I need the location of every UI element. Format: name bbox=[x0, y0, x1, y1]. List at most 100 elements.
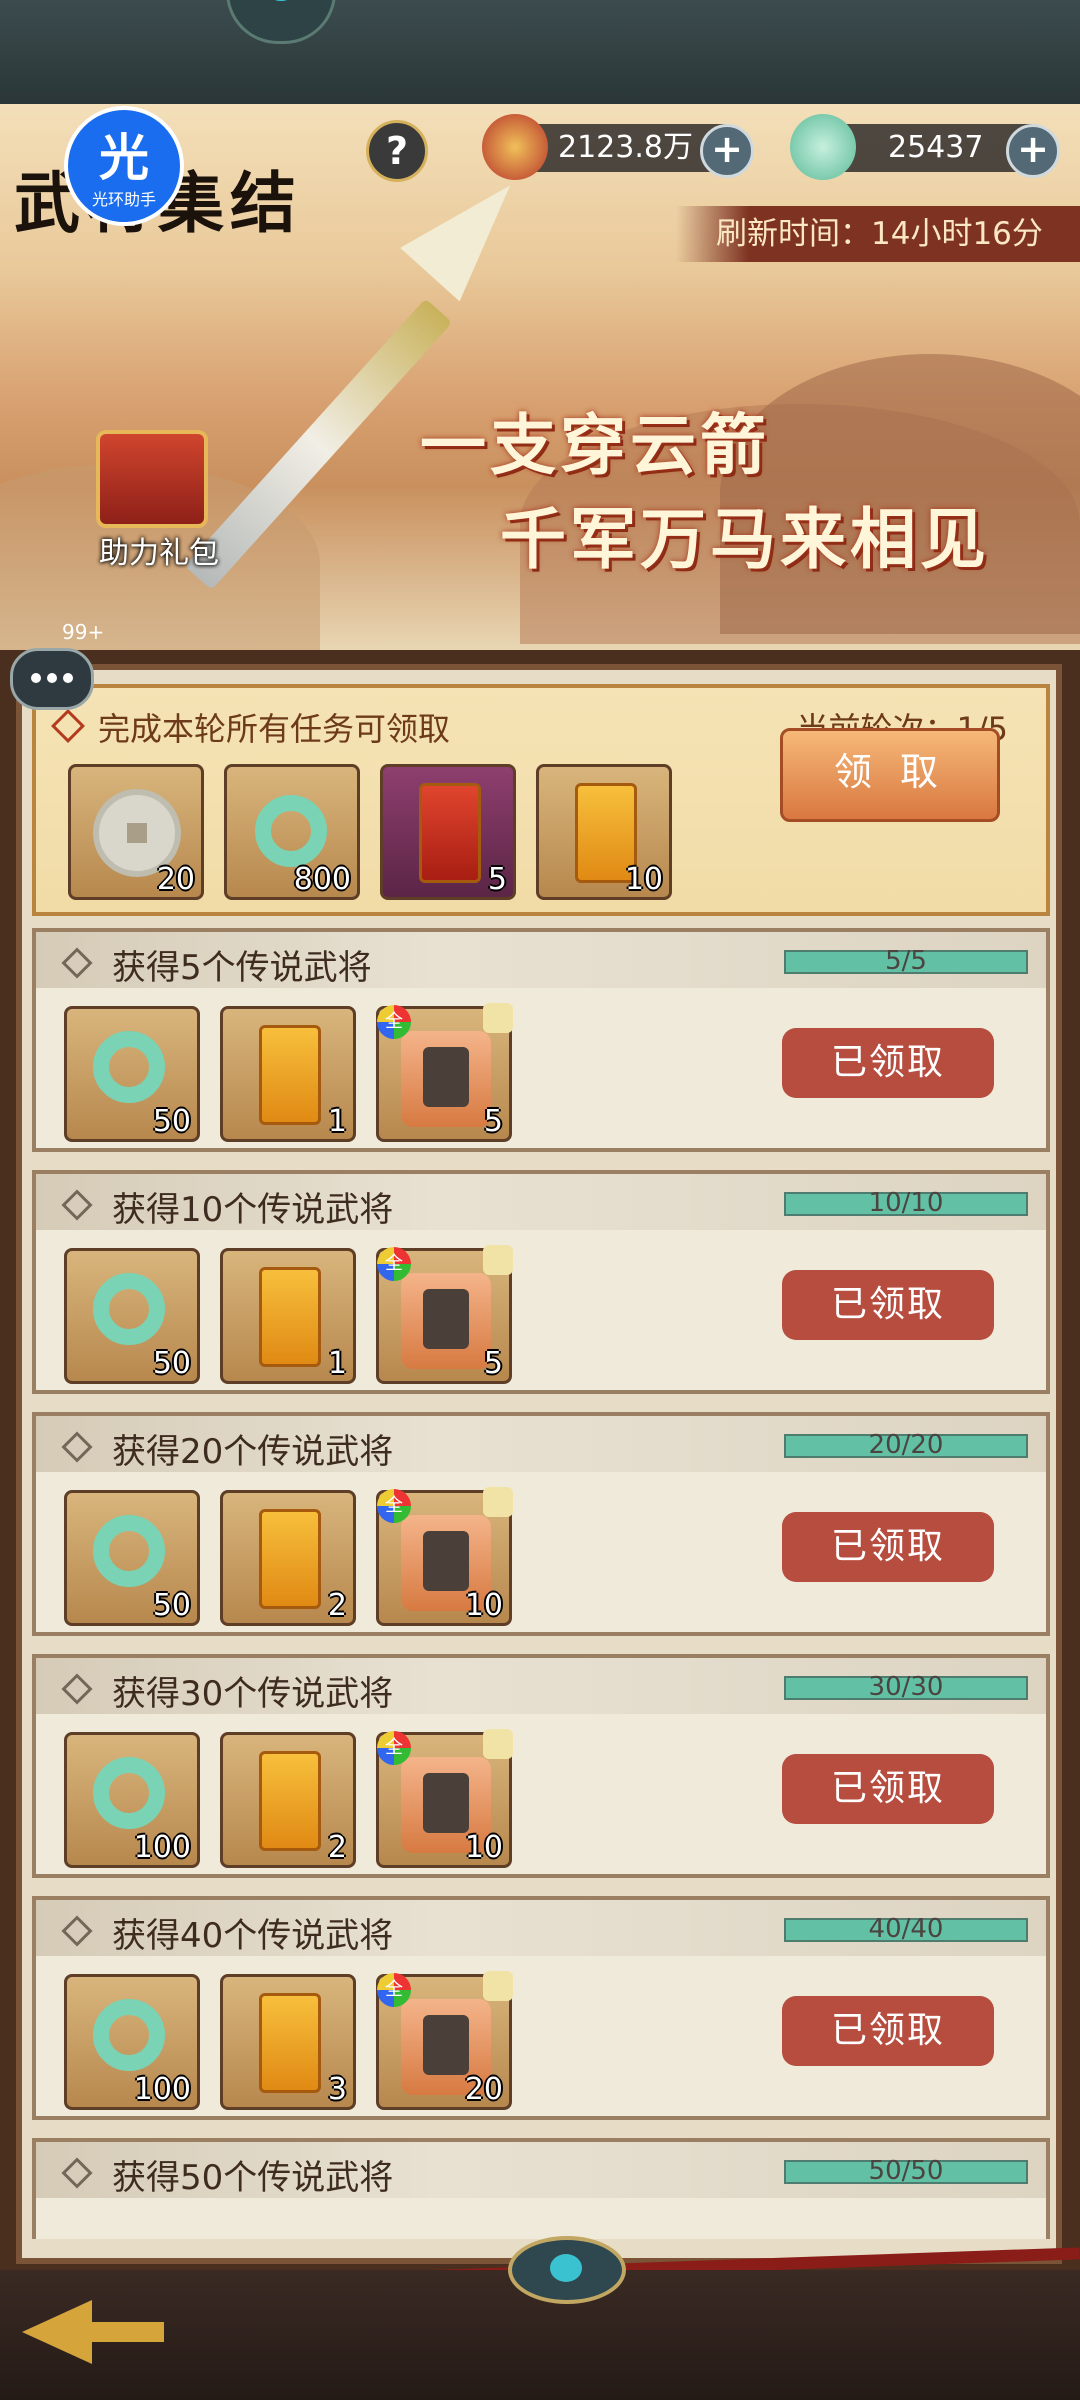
task-row: 获得10个传说武将 10/10 50 1 全5 已领取 bbox=[32, 1170, 1050, 1394]
reward-count: 800 bbox=[293, 862, 351, 897]
reward-slot[interactable]: 1 bbox=[220, 1248, 356, 1384]
jade-dragon-icon bbox=[93, 1273, 165, 1345]
assistant-logo[interactable]: 光 光环助手 bbox=[64, 106, 184, 226]
all-badge-icon: 全 bbox=[377, 1247, 411, 1281]
reward-slot[interactable]: 50 bbox=[64, 1490, 200, 1626]
coin-purse-icon bbox=[482, 114, 548, 180]
reward-slot[interactable]: 20 bbox=[68, 764, 204, 900]
progress-text: 30/30 bbox=[868, 1672, 944, 1702]
task-row: 获得30个传说武将 30/30 100 2 全 10 已领取 bbox=[32, 1654, 1050, 1878]
reward-count: 20 bbox=[156, 862, 195, 897]
puzzle-piece-icon bbox=[483, 1971, 513, 2001]
reward-slot[interactable]: 全 10 bbox=[376, 1487, 513, 1626]
reward-count: 20 bbox=[464, 2072, 503, 2107]
claimed-button[interactable]: 已领取 bbox=[782, 1270, 994, 1340]
progress-text: 40/40 bbox=[868, 1914, 944, 1944]
add-jade-button[interactable]: + bbox=[1006, 124, 1060, 178]
reward-slot[interactable]: 全 20 bbox=[376, 1971, 513, 2110]
task-row: 获得5个传说武将 5/5 50 1 全5 已领取 bbox=[32, 928, 1050, 1152]
top-strip bbox=[0, 0, 1080, 104]
all-badge-icon: 全 bbox=[377, 1973, 411, 2007]
coin-balance: 2123.8万 + bbox=[482, 114, 754, 180]
task-list[interactable]: 完成本轮所有任务可领取 当前轮次：1/5 20 800 5 10 领 取 获得5… bbox=[28, 684, 1050, 2239]
claimed-button[interactable]: 已领取 bbox=[782, 1996, 994, 2066]
general-fragment-icon bbox=[401, 1031, 491, 1127]
task-title: 获得20个传说武将 bbox=[112, 1432, 394, 1472]
progress-text: 5/5 bbox=[885, 946, 927, 976]
jade-balance: 25437 + bbox=[790, 114, 1060, 180]
gift-pack-label: 助力礼包 bbox=[99, 536, 219, 571]
add-coins-button[interactable]: + bbox=[700, 124, 754, 178]
gift-pack-button[interactable]: 助力礼包 bbox=[84, 430, 219, 571]
puzzle-piece-icon bbox=[483, 1729, 513, 1759]
logo-text: 光环助手 bbox=[91, 190, 156, 209]
gold-token-icon bbox=[259, 1751, 321, 1851]
reward-count: 5 bbox=[487, 862, 507, 897]
back-arrow-button[interactable] bbox=[22, 2278, 164, 2378]
reward-count: 10 bbox=[624, 862, 663, 897]
progress-bar: 20/20 bbox=[784, 1430, 1028, 1460]
slogan-line2: 千军万马来相见 bbox=[500, 500, 990, 578]
chat-button[interactable]: 99+ bbox=[2, 620, 104, 710]
gold-token-icon bbox=[259, 1509, 321, 1609]
slogan-line1: 一支穿云箭 bbox=[420, 406, 770, 484]
task-title: 获得50个传说武将 bbox=[112, 2158, 394, 2198]
claim-round-button[interactable]: 领 取 bbox=[780, 728, 1000, 822]
reward-slot[interactable]: 50 bbox=[64, 1006, 200, 1142]
puzzle-piece-icon bbox=[483, 1487, 513, 1517]
puzzle-piece-icon bbox=[483, 1245, 513, 1275]
treasure-chest-icon bbox=[96, 430, 208, 528]
reward-slot[interactable]: 全5 bbox=[376, 1003, 513, 1142]
claimed-button[interactable]: 已领取 bbox=[782, 1028, 994, 1098]
reward-count: 10 bbox=[464, 1588, 503, 1623]
reward-count: 2 bbox=[327, 1588, 347, 1623]
reward-count: 100 bbox=[133, 2072, 191, 2107]
logo-glyph: 光 bbox=[99, 129, 149, 187]
gold-token-icon bbox=[259, 1993, 321, 2093]
round-reward-header: 完成本轮所有任务可领取 bbox=[98, 710, 451, 748]
reward-slot[interactable]: 全5 bbox=[376, 1245, 513, 1384]
reward-slot[interactable]: 2 bbox=[220, 1490, 356, 1626]
reward-slot[interactable]: 3 bbox=[220, 1974, 356, 2110]
progress-bar: 40/40 bbox=[784, 1914, 1028, 1944]
reward-count: 100 bbox=[133, 1830, 191, 1865]
reward-slot[interactable]: 100 bbox=[64, 1974, 200, 2110]
eye-ornament-icon bbox=[508, 2236, 626, 2304]
progress-text: 50/50 bbox=[868, 2156, 944, 2186]
task-title: 获得5个传说武将 bbox=[112, 948, 372, 988]
jade-dragon-icon bbox=[93, 1031, 165, 1103]
reward-slot[interactable]: 100 bbox=[64, 1732, 200, 1868]
reward-count: 5 bbox=[483, 1346, 503, 1381]
reward-count: 50 bbox=[152, 1104, 191, 1139]
reward-slot[interactable]: 800 bbox=[224, 764, 360, 900]
all-badge-icon: 全 bbox=[377, 1489, 411, 1523]
reward-count: 10 bbox=[464, 1830, 503, 1865]
reward-slot[interactable]: 10 bbox=[536, 764, 672, 900]
task-row: 获得40个传说武将 40/40 100 3 全 20 已领取 bbox=[32, 1896, 1050, 2120]
all-badge-icon: 全 bbox=[377, 1731, 411, 1765]
gold-token-icon bbox=[259, 1025, 321, 1125]
gold-token-icon bbox=[259, 1267, 321, 1367]
help-button[interactable]: ? bbox=[366, 120, 428, 182]
general-fragment-icon bbox=[401, 1273, 491, 1369]
reward-count: 1 bbox=[327, 1346, 347, 1381]
reward-slot[interactable]: 全 10 bbox=[376, 1729, 513, 1868]
claimed-button[interactable]: 已领取 bbox=[782, 1754, 994, 1824]
jade-dragon-icon bbox=[255, 795, 327, 867]
reward-count: 3 bbox=[327, 2072, 347, 2107]
jade-dragon-icon bbox=[93, 1757, 165, 1829]
reward-slot[interactable]: 1 bbox=[220, 1006, 356, 1142]
reward-slot[interactable]: 2 bbox=[220, 1732, 356, 1868]
reward-slot[interactable]: 5 bbox=[380, 764, 516, 900]
puzzle-piece-icon bbox=[483, 1003, 513, 1033]
coin-value: 2123.8万 bbox=[558, 130, 693, 165]
reward-count: 50 bbox=[152, 1588, 191, 1623]
diamond-icon bbox=[51, 709, 85, 743]
red-token-icon bbox=[419, 783, 481, 883]
jade-value: 25437 bbox=[888, 130, 984, 165]
claimed-button[interactable]: 已领取 bbox=[782, 1512, 994, 1582]
task-title: 获得40个传说武将 bbox=[112, 1916, 394, 1956]
all-badge-icon: 全 bbox=[377, 1005, 411, 1039]
reward-count: 1 bbox=[327, 1104, 347, 1139]
reward-slot[interactable]: 50 bbox=[64, 1248, 200, 1384]
